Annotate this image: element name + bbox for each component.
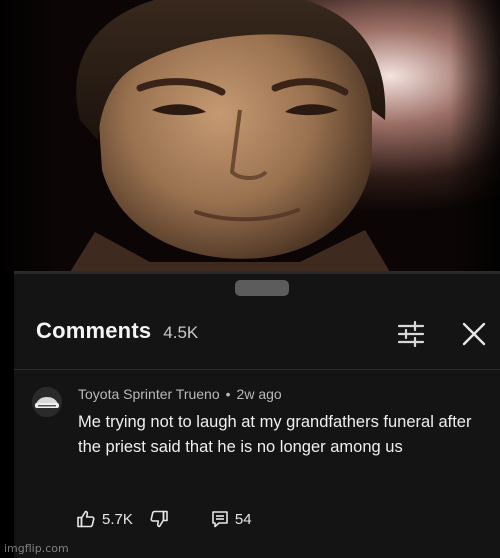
drag-handle[interactable] xyxy=(235,280,289,296)
comment-time: 2w ago xyxy=(236,386,282,402)
comment-actions: 5.7K 54 xyxy=(76,508,252,530)
like-button[interactable]: 5.7K xyxy=(76,509,133,529)
video-thumbnail xyxy=(0,0,500,272)
comments-title: Comments xyxy=(36,318,152,343)
comment-meta: Toyota Sprinter Trueno • 2w ago xyxy=(78,386,282,402)
meta-separator: • xyxy=(225,386,231,402)
divider xyxy=(14,369,500,370)
close-icon[interactable] xyxy=(460,320,488,348)
comment-text: Me trying not to laugh at my grandfather… xyxy=(78,413,472,456)
thumbs-up-icon xyxy=(77,510,95,528)
comment-author[interactable]: Toyota Sprinter Trueno xyxy=(78,386,220,402)
reply-count: 54 xyxy=(234,510,252,528)
avatar[interactable] xyxy=(32,387,62,417)
comments-count: 4.5K xyxy=(163,323,199,342)
comments-header: Comments 4.5K xyxy=(36,318,198,348)
car-avatar-icon xyxy=(32,387,62,417)
sort-filter-icon[interactable] xyxy=(397,321,425,347)
reply-button[interactable]: 54 xyxy=(211,510,252,528)
watermark: imgflip.com xyxy=(4,542,69,555)
comments-panel: Comments 4.5K Toyota Sprinter Trueno • 2w … xyxy=(14,274,500,558)
dislike-button[interactable] xyxy=(149,509,169,529)
thumbs-down-icon xyxy=(150,510,168,528)
like-count: 5.7K xyxy=(102,510,133,528)
video-player[interactable] xyxy=(0,0,500,272)
reply-comment-icon xyxy=(212,511,228,528)
